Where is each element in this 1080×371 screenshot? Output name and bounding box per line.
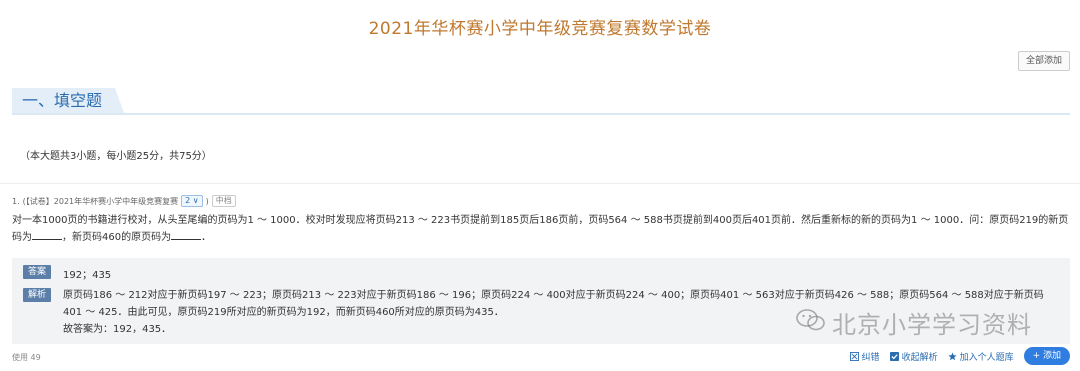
collapse-explanation-button[interactable]: 收起解析: [889, 350, 938, 363]
question-source[interactable]: (【试卷】2021年华杯赛小学中年级竞赛复赛: [23, 196, 178, 207]
explain-badge: 解析: [23, 288, 51, 302]
question-meta: 1. (【试卷】2021年华杯赛小学中年级竞赛复赛 2 ∨ ) 中档: [12, 195, 236, 207]
add-personal-bank-button[interactable]: 加入个人题库: [947, 350, 1014, 363]
question-text-3: ．: [201, 232, 212, 243]
star-icon: [947, 351, 957, 360]
question-body: 对一本1000页的书籍进行校对，从头至尾编的页码为1 ～ 1000．校对时发现应…: [12, 212, 1070, 246]
question-source-suffix: ): [205, 196, 209, 206]
wechat-icon: [796, 308, 826, 338]
question-number: 1.: [12, 196, 20, 206]
correct-icon: [849, 351, 859, 361]
section-bar: 一、填空题: [12, 88, 1070, 115]
section-description: （本大题共3小题，每小题25分，共75分）: [20, 151, 212, 162]
question-text-2: ，新页码460的原页码为: [62, 232, 172, 243]
section-rule: [12, 113, 1070, 115]
check-icon: [889, 351, 899, 361]
question-select[interactable]: 2 ∨: [181, 195, 203, 207]
add-button[interactable]: + 添加: [1023, 347, 1070, 365]
correct-label: 纠错: [861, 352, 880, 363]
section-heading: 一、填空题: [12, 88, 124, 113]
answer-value: 192；435: [63, 270, 112, 281]
exam-title: 2021年华杯赛小学中年级竞赛复赛数学试卷: [368, 19, 712, 39]
chevron-down-icon: ∨: [192, 196, 199, 205]
watermark-text: 北京小学学习资料: [832, 311, 1032, 339]
question-actions: 纠错 收起解析 加入个人题库 + 添加: [849, 347, 1070, 365]
answer-blank-2: [171, 230, 202, 240]
add-personal-label: 加入个人题库: [959, 352, 1014, 363]
correct-button[interactable]: 纠错: [849, 350, 880, 363]
collapse-label: 收起解析: [901, 352, 938, 363]
answer-blank-1: [32, 230, 62, 240]
watermark: 北京小学学习资料: [796, 305, 1032, 340]
add-all-button[interactable]: 全部添加: [1017, 51, 1070, 71]
divider: [0, 183, 1080, 184]
difficulty-tag: 中档: [211, 195, 236, 207]
answer-badge: 答案: [23, 265, 51, 279]
usage-count: 使用 49: [12, 353, 41, 362]
